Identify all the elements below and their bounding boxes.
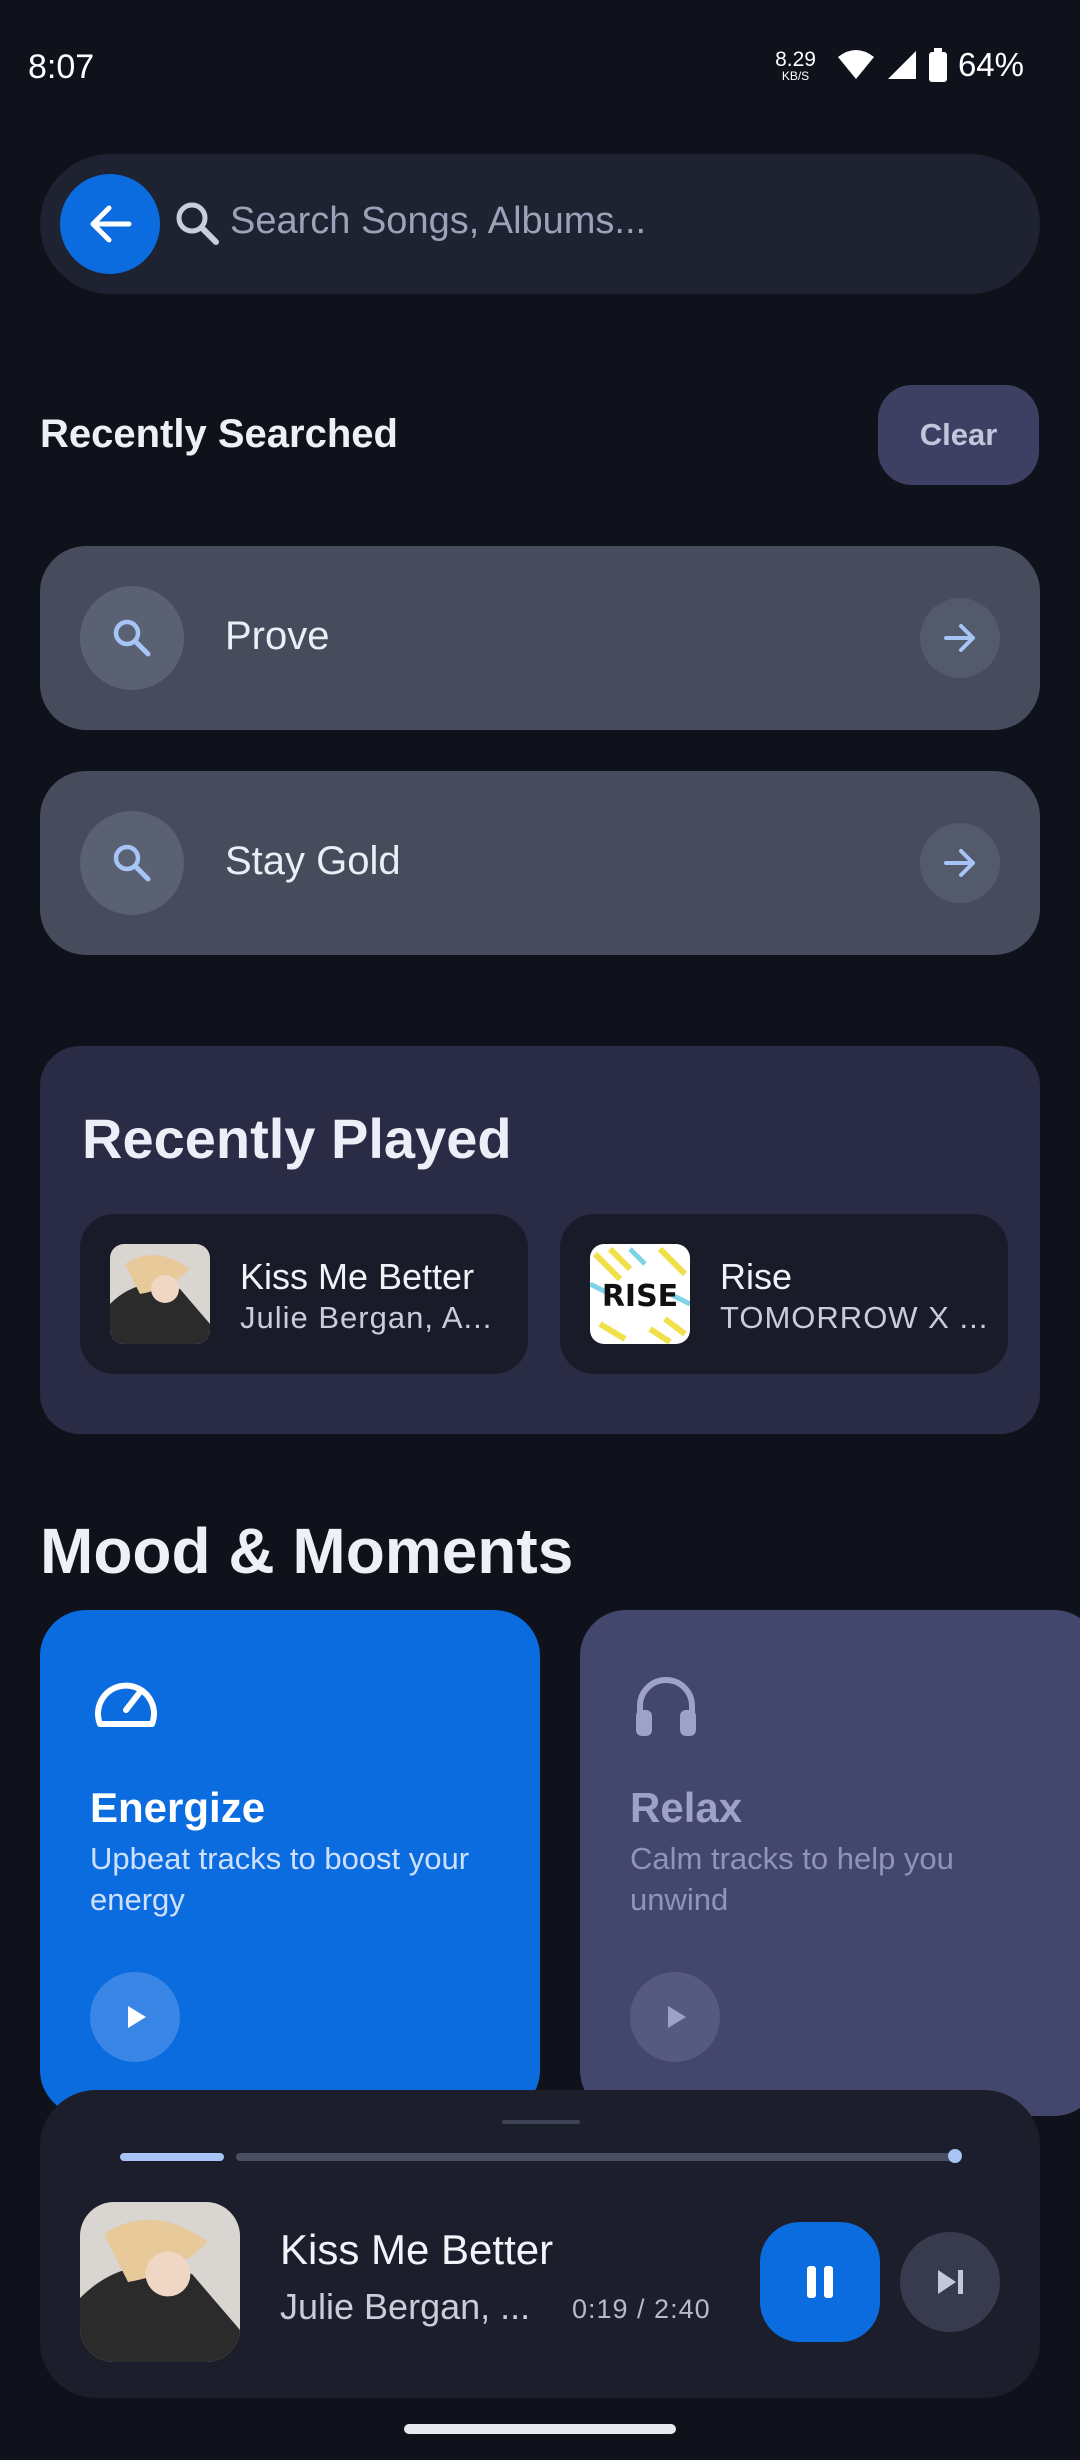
mood-card-relax[interactable]: Relax Calm tracks to help you unwind <box>580 1610 1080 2116</box>
now-playing-album-art <box>80 2202 240 2362</box>
mood-card-energize[interactable]: Energize Upbeat tracks to boost your ene… <box>40 1610 540 2116</box>
search-icon <box>113 619 151 657</box>
mood-name: Energize <box>90 1784 266 1831</box>
recently-played-card: Recently Played Kiss Me Better Julie Ber… <box>40 1046 1040 1434</box>
album-art: RISE <box>590 1244 690 1344</box>
mood-name: Relax <box>630 1784 743 1831</box>
search-icon <box>176 202 219 245</box>
progress-end-dot <box>948 2149 962 2163</box>
arrow-right-icon <box>944 849 975 877</box>
battery-percent: 64% <box>957 46 1024 83</box>
arrow-left-icon <box>90 205 132 243</box>
network-speed: 8.29 KB/S <box>775 49 816 82</box>
open-search-button[interactable] <box>920 823 1000 903</box>
drag-handle[interactable] <box>502 2120 580 2124</box>
status-time: 8:07 <box>28 48 95 86</box>
track-artist: TOMORROW X ... <box>720 1300 989 1335</box>
pause-button[interactable] <box>760 2222 880 2342</box>
recently-searched-title: Recently Searched <box>40 412 398 456</box>
open-search-button[interactable] <box>920 598 1000 678</box>
progress-bar[interactable] <box>236 2153 956 2161</box>
mood-description: Calm tracks to help you unwind <box>630 1841 954 1917</box>
album-art-text: RISE <box>602 1279 678 1314</box>
recent-search-label: Stay Gold <box>225 839 401 883</box>
now-playing-title: Kiss Me Better <box>280 2226 554 2273</box>
headphones-icon <box>636 1677 696 1736</box>
recent-search-item[interactable]: Prove <box>40 546 1040 730</box>
pause-icon <box>807 2266 833 2298</box>
progress-fill <box>120 2153 224 2161</box>
mini-player[interactable]: Kiss Me Better Julie Bergan, ... 0:19 / … <box>40 2090 1040 2398</box>
network-speed-unit: KB/S <box>781 68 810 83</box>
clear-button[interactable]: Clear <box>878 385 1039 485</box>
search-input[interactable]: Search Songs, Albums... <box>230 200 646 243</box>
track-title: Kiss Me Better <box>240 1256 475 1297</box>
mood-description: Upbeat tracks to boost your energy <box>90 1841 470 1917</box>
recent-search-label: Prove <box>225 614 330 658</box>
network-speed-value: 8.29 <box>775 47 816 71</box>
recently-played-item[interactable]: RISE Rise TOMORROW X ... <box>560 1214 1008 1374</box>
play-icon <box>128 2006 146 2028</box>
mood-section-title: Mood & Moments <box>40 1515 574 1587</box>
back-button[interactable] <box>60 174 160 274</box>
search-icon <box>113 844 151 882</box>
next-button[interactable] <box>900 2232 1000 2332</box>
recently-played-item[interactable]: Kiss Me Better Julie Bergan, A... <box>80 1214 528 1374</box>
home-indicator[interactable] <box>404 2424 676 2434</box>
album-art <box>110 1244 210 1344</box>
skip-next-icon <box>938 2270 963 2294</box>
wifi-icon <box>837 50 874 79</box>
recent-search-item[interactable]: Stay Gold <box>40 771 1040 955</box>
speedometer-icon <box>95 1682 157 1727</box>
signal-icon <box>887 51 916 79</box>
status-icons: 8.29 KB/S 64% <box>775 46 1024 84</box>
play-button[interactable] <box>630 1972 720 2062</box>
arrow-right-icon <box>944 624 975 652</box>
battery-icon <box>928 48 947 82</box>
recently-played-title: Recently Played <box>82 1107 512 1170</box>
search-icon-circle <box>80 811 184 915</box>
playback-time: 0:19 / 2:40 <box>572 2294 711 2324</box>
track-title: Rise <box>720 1256 793 1297</box>
play-button[interactable] <box>90 1972 180 2062</box>
search-bar[interactable]: Search Songs, Albums... <box>40 154 1040 294</box>
search-icon-circle <box>80 586 184 690</box>
play-icon <box>668 2006 686 2028</box>
now-playing-artist: Julie Bergan, ... <box>280 2286 531 2327</box>
track-artist: Julie Bergan, A... <box>240 1300 493 1335</box>
